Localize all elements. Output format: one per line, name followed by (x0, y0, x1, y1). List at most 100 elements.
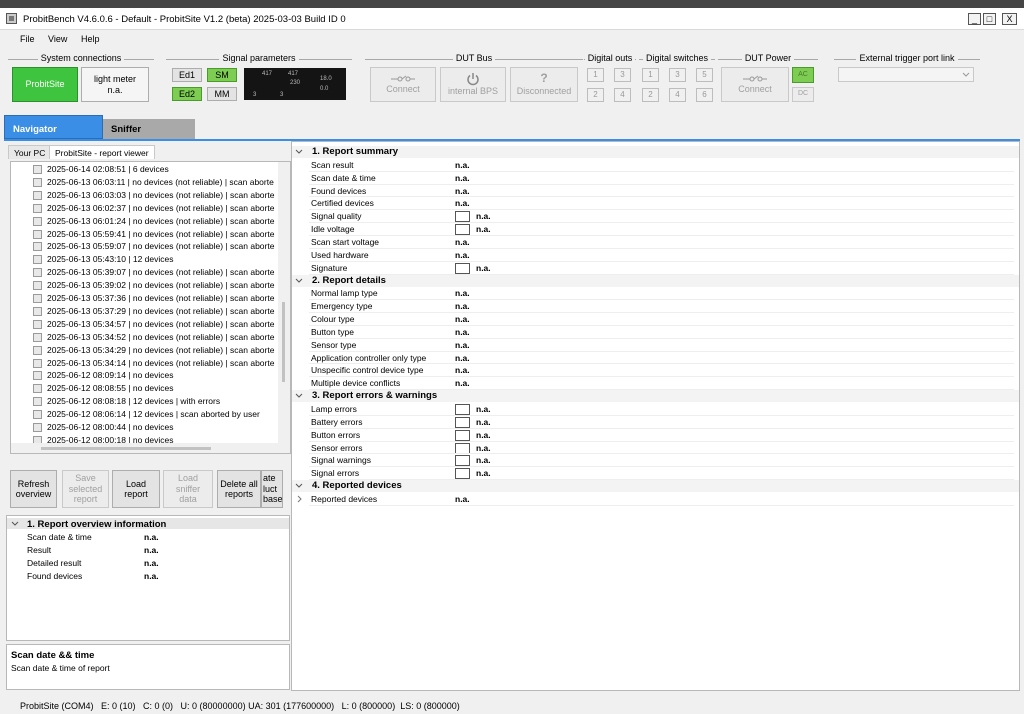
report-row-label: Sensor type (311, 339, 357, 350)
menu-help[interactable]: Help (81, 34, 100, 44)
report-row-value: n.a. (455, 352, 470, 363)
dut-power-connect-button[interactable]: Connect (721, 67, 789, 102)
hscroll-thumb[interactable] (41, 447, 211, 450)
report-checkbox[interactable] (33, 332, 42, 342)
menu-view[interactable]: View (48, 34, 67, 44)
delete-all-reports-button[interactable]: Delete all reports (217, 470, 261, 508)
row-divider (309, 170, 1014, 172)
probitsite-connection-button[interactable]: ProbitSite (12, 67, 78, 102)
report-checkbox[interactable] (33, 216, 42, 226)
digital-out-1[interactable]: 1 (587, 68, 604, 82)
report-list-horizontal-scrollbar[interactable] (11, 443, 290, 453)
report-checkbox[interactable] (33, 281, 42, 291)
report-list-vertical-scrollbar[interactable] (278, 162, 290, 453)
save-selected-report-button[interactable]: Save selected report (62, 470, 109, 508)
chevron-down-icon[interactable] (11, 521, 19, 527)
scroll-thumb[interactable] (282, 302, 285, 382)
report-item-label: 2025-06-13 05:43:10 | 12 devices (47, 254, 174, 265)
report-checkbox[interactable] (33, 345, 42, 355)
report-checkbox[interactable] (33, 384, 42, 394)
ed2-button[interactable]: Ed2 (172, 87, 202, 101)
report-checkbox[interactable] (33, 397, 42, 407)
row-divider (309, 350, 1014, 352)
minimize-button[interactable]: _ (968, 13, 981, 25)
close-button[interactable]: X (1002, 13, 1017, 25)
chevron-down-icon[interactable] (295, 393, 303, 399)
report-checkbox[interactable] (33, 268, 42, 278)
report-item-label: 2025-06-13 05:39:02 | no devices (not re… (47, 280, 275, 291)
report-item-label: 2025-06-12 08:08:55 | no devices (47, 383, 174, 394)
report-item-label: 2025-06-13 05:37:36 | no devices (not re… (47, 293, 275, 303)
report-checkbox[interactable] (33, 203, 42, 213)
dc-power-button[interactable]: DC (792, 87, 814, 102)
report-checkbox[interactable] (33, 242, 42, 252)
row-divider (309, 196, 1014, 198)
screen-top-strip (0, 0, 1024, 8)
chevron-down-icon[interactable] (295, 483, 303, 489)
dut-power-label: DUT Power (741, 53, 795, 63)
menu-file[interactable]: File (20, 34, 35, 44)
ed1-button[interactable]: Ed1 (172, 68, 202, 82)
row-divider (309, 324, 1014, 326)
status-text: ProbitSite (COM4) E: 0 (10) C: 0 (0) U: … (20, 701, 460, 711)
chevron-right-icon[interactable] (297, 495, 303, 503)
bus-status-button[interactable]: ? Disconnected (510, 67, 578, 102)
report-checkbox[interactable] (33, 423, 42, 432)
report-checkbox[interactable] (33, 306, 42, 316)
mm-button[interactable]: MM (207, 87, 237, 101)
digital-switch-1[interactable]: 1 (642, 68, 659, 82)
report-checkbox[interactable] (33, 165, 42, 174)
chevron-down-icon[interactable] (295, 149, 303, 155)
digital-out-2[interactable]: 2 (587, 88, 604, 102)
digital-switches-group: Digital switches (639, 53, 715, 63)
row-divider (309, 414, 1014, 416)
internal-bps-button[interactable]: internal BPS (440, 67, 506, 102)
report-checkbox[interactable] (33, 410, 42, 420)
report-row-value: n.a. (455, 198, 470, 209)
dut-bus-connect-button[interactable]: Connect (370, 67, 436, 102)
load-report-button[interactable]: Load report (112, 470, 160, 508)
chevron-down-icon[interactable] (295, 278, 303, 284)
row-divider (309, 363, 1014, 365)
ac-power-button[interactable]: AC (792, 67, 814, 83)
report-checkbox[interactable] (33, 358, 42, 368)
digital-out-3[interactable]: 3 (614, 68, 631, 82)
report-checkbox[interactable] (33, 229, 42, 239)
report-row-value: n.a. (455, 493, 470, 504)
light-meter-button[interactable]: light meter n.a. (81, 67, 149, 102)
report-checkbox[interactable] (33, 177, 42, 187)
report-checkbox[interactable] (33, 190, 42, 200)
status-indicator (455, 442, 470, 454)
report-item-label: 2025-06-13 06:02:37 | no devices (not re… (47, 202, 275, 213)
digital-out-4[interactable]: 4 (614, 88, 631, 102)
digital-switch-5[interactable]: 5 (696, 68, 713, 82)
report-row-label: Signature (311, 262, 348, 273)
digital-switch-3[interactable]: 3 (669, 68, 686, 82)
report-row-label: Multiple device conflicts (311, 378, 401, 389)
report-checkbox[interactable] (33, 294, 42, 303)
status-indicator (455, 211, 470, 223)
maximize-button[interactable]: □ (983, 13, 996, 25)
sm-button[interactable]: SM (207, 68, 237, 82)
report-section-header[interactable] (292, 274, 1019, 287)
report-row-value: n.a. (455, 301, 470, 312)
report-checkbox[interactable] (33, 371, 42, 381)
database-button[interactable]: ate luct base (261, 470, 283, 508)
report-item-label: 2025-06-13 05:37:29 | no devices (not re… (47, 305, 275, 316)
overview-row-value: n.a. (144, 571, 159, 581)
dut-bus-label: DUT Bus (452, 53, 496, 63)
report-section-header[interactable] (292, 146, 1019, 158)
subtab-your-pc[interactable]: Your PC (8, 145, 52, 159)
digital-switch-6[interactable]: 6 (696, 88, 713, 102)
status-bar: ProbitSite (COM4) E: 0 (10) C: 0 (0) U: … (0, 698, 1024, 714)
tab-sniffer[interactable]: Sniffer (103, 119, 195, 139)
tab-navigator[interactable]: Navigator (4, 115, 103, 139)
external-trigger-select[interactable] (838, 67, 974, 82)
report-checkbox[interactable] (33, 255, 42, 265)
report-checkbox[interactable] (33, 319, 42, 329)
refresh-overview-button[interactable]: Refresh overview (10, 470, 57, 508)
digital-switch-4[interactable]: 4 (669, 88, 686, 102)
digital-switch-2[interactable]: 2 (642, 88, 659, 102)
subtab-report-viewer[interactable]: ProbitSite - report viewer (49, 145, 155, 159)
load-sniffer-data-button[interactable]: Load sniffer data (163, 470, 213, 508)
